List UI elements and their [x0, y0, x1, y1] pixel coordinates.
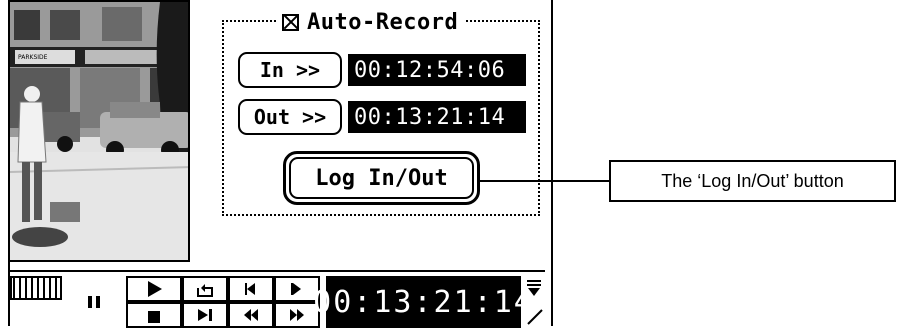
jog-strip[interactable] — [10, 276, 62, 300]
mark-in-button[interactable]: In >> — [238, 52, 342, 88]
current-timecode: 00:13:21:14 — [313, 276, 532, 328]
rewind-button[interactable] — [228, 302, 274, 328]
grow-box-icon — [527, 309, 543, 325]
transport-controller: 00:13:21:14 — [8, 270, 545, 328]
fast-forward-icon — [290, 309, 304, 321]
in-point-row: In >> 00:12:54:06 — [238, 52, 526, 88]
stop-button[interactable] — [126, 302, 182, 328]
in-timecode: 00:12:54:06 — [348, 54, 526, 86]
log-in-out-button[interactable]: Log In/Out — [283, 151, 480, 205]
pause-icon — [88, 296, 100, 308]
pause-button[interactable] — [68, 276, 120, 328]
out-timecode: 00:13:21:14 — [348, 101, 526, 133]
step-back-button[interactable] — [228, 276, 274, 302]
menu-arrow-icon — [527, 280, 541, 296]
callout-label: The ‘Log In/Out’ button — [609, 160, 896, 202]
play-to-end-button[interactable] — [182, 302, 228, 328]
loop-button[interactable] — [182, 276, 228, 302]
step-back-icon — [245, 283, 255, 295]
auto-record-checkbox[interactable] — [282, 13, 299, 31]
auto-record-legend: Auto-Record — [276, 7, 465, 37]
jog-lines-icon — [10, 276, 62, 300]
stop-icon — [148, 311, 160, 323]
shop-sign: PARKSIDE — [18, 54, 48, 61]
street-scene-image: PARKSIDE — [10, 2, 188, 260]
menu-button[interactable] — [523, 276, 545, 300]
play-icon — [148, 281, 162, 297]
out-point-row: Out >> 00:13:21:14 — [238, 99, 526, 135]
log-in-out-label: Log In/Out — [289, 157, 474, 199]
mark-out-button[interactable]: Out >> — [238, 99, 342, 135]
auto-record-label: Auto-Record — [307, 9, 459, 35]
play-button[interactable] — [126, 276, 182, 302]
rewind-icon — [244, 309, 258, 321]
loop-icon — [197, 284, 213, 297]
resize-handle[interactable] — [523, 302, 545, 328]
play-to-end-icon — [198, 309, 212, 321]
callout-connector — [480, 180, 610, 182]
video-preview: PARKSIDE — [8, 0, 190, 262]
step-forward-icon — [291, 283, 301, 295]
